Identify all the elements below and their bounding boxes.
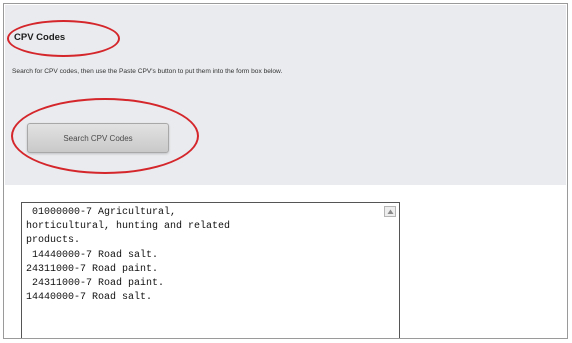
- cpv-code-line: products.: [26, 235, 81, 247]
- instructions-text: Search for CPV codes, then use the Paste…: [12, 68, 283, 75]
- button-highlight-ring: [11, 98, 199, 174]
- cpv-codes-textarea[interactable]: 01000000-7 Agricultural, horticultural, h…: [21, 202, 400, 338]
- cpv-code-line: horticultural, hunting and related: [26, 221, 231, 233]
- cpv-codes-panel-frame: CPV Codes Search for CPV codes, then use…: [3, 3, 568, 339]
- cpv-code-line: 14440000-7 Road salt.: [26, 249, 159, 261]
- title-highlight-ring: [7, 20, 120, 57]
- cpv-codes-textarea-content: 01000000-7 Agricultural, horticultural, h…: [26, 206, 378, 305]
- cpv-code-line: 24311000-7 Road paint.: [26, 263, 159, 275]
- cpv-code-line: 01000000-7 Agricultural,: [26, 207, 177, 218]
- cpv-code-line: 14440000-7 Road salt.: [26, 292, 153, 304]
- scroll-up-arrow-icon[interactable]: [384, 206, 396, 217]
- cpv-code-line: 24311000-7 Road paint.: [26, 278, 165, 290]
